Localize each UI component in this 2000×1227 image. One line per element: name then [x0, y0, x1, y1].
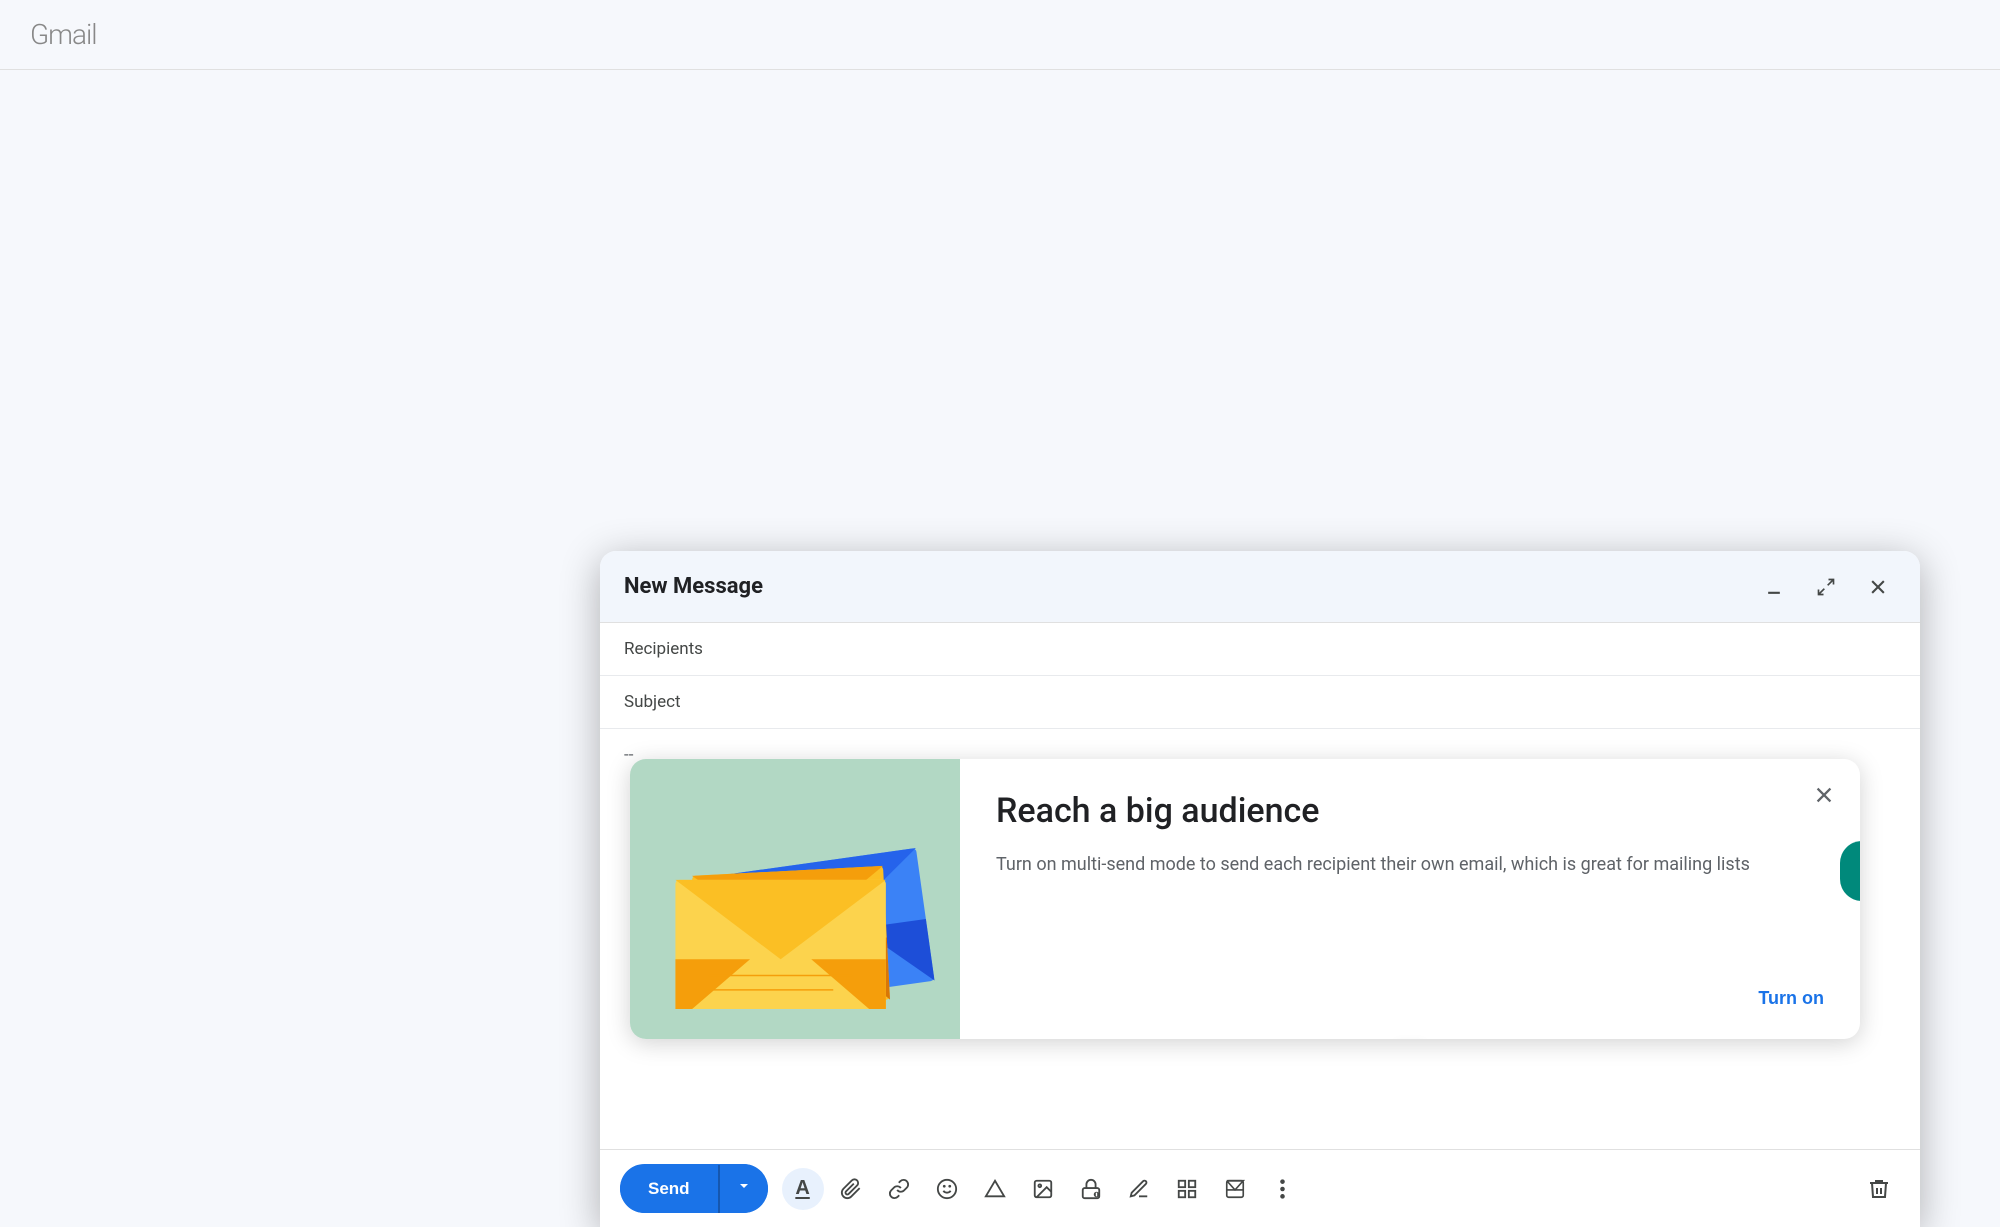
gmail-icon-button[interactable]	[1214, 1168, 1256, 1210]
emoji-button[interactable]	[926, 1168, 968, 1210]
subject-input[interactable]	[724, 692, 1896, 712]
send-dropdown-button[interactable]	[720, 1164, 768, 1213]
photo-button[interactable]	[1022, 1168, 1064, 1210]
drive-button[interactable]	[974, 1168, 1016, 1210]
formatting-button[interactable]: A	[782, 1168, 824, 1210]
compose-dialog: New Message	[600, 551, 1920, 1227]
more-options-button[interactable]	[1262, 1168, 1304, 1210]
subject-field: Subject	[600, 676, 1920, 729]
send-button[interactable]: Send	[620, 1165, 720, 1213]
promo-title: Reach a big audience	[996, 789, 1824, 833]
recipients-field: Recipients	[600, 623, 1920, 676]
envelope-illustration	[655, 789, 935, 1009]
expand-button[interactable]	[1808, 569, 1844, 605]
link-button[interactable]	[878, 1168, 920, 1210]
templates-button[interactable]	[1166, 1168, 1208, 1210]
promo-card-image	[630, 759, 960, 1039]
compose-title: New Message	[624, 574, 763, 599]
promo-description: Turn on multi-send mode to send each rec…	[996, 851, 1824, 878]
promo-turn-on-button[interactable]: Turn on	[1758, 988, 1824, 1009]
send-button-group: Send	[620, 1164, 768, 1213]
delete-button[interactable]	[1858, 1168, 1900, 1210]
promo-text-group: Reach a big audience Turn on multi-send …	[996, 789, 1824, 908]
gmail-topbar: Gmail	[0, 0, 2000, 70]
signature-button[interactable]	[1118, 1168, 1160, 1210]
compose-header: New Message	[600, 551, 1920, 623]
promo-close-button[interactable]	[1806, 777, 1842, 813]
promo-card: Reach a big audience Turn on multi-send …	[630, 759, 1860, 1039]
recipients-input[interactable]	[724, 639, 1896, 659]
gmail-background: Gmail New Message	[0, 0, 2000, 1227]
confidential-button[interactable]	[1070, 1168, 1112, 1210]
attachment-button[interactable]	[830, 1168, 872, 1210]
minimize-button[interactable]	[1756, 569, 1792, 605]
gmail-logo: Gmail	[30, 18, 97, 51]
recipients-label: Recipients	[624, 639, 724, 659]
subject-label: Subject	[624, 692, 724, 712]
promo-card-content: Reach a big audience Turn on multi-send …	[960, 759, 1860, 1039]
compose-header-actions	[1756, 569, 1896, 605]
compose-toolbar: Send A	[600, 1149, 1920, 1227]
compose-body: --	[600, 729, 1920, 1149]
close-button[interactable]	[1860, 569, 1896, 605]
